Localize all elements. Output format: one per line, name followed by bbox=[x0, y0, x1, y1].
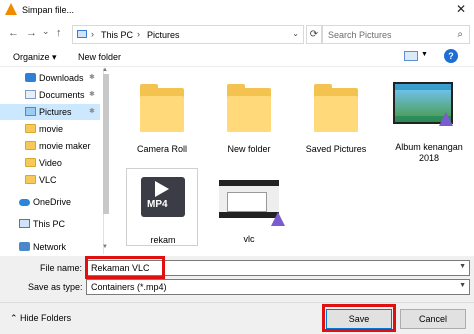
pin-icon: ✱ bbox=[89, 91, 95, 98]
sidebar-item-label: OneDrive bbox=[33, 197, 72, 207]
breadcrumb-this-pc[interactable]: This PC bbox=[101, 30, 133, 40]
search-placeholder: Search Pictures bbox=[328, 30, 392, 40]
scroll-up-icon[interactable]: ▲ bbox=[102, 67, 108, 73]
breadcrumb-pictures[interactable]: Pictures bbox=[147, 30, 180, 40]
up-button[interactable]: ↑ bbox=[56, 27, 62, 39]
savetype-label: Save as type: bbox=[28, 282, 83, 292]
sidebar-item-label: This PC bbox=[33, 219, 66, 229]
vlc-cone-icon bbox=[439, 112, 453, 126]
sidebar-item-label: Documents bbox=[39, 90, 85, 100]
sidebar-item-onedrive[interactable]: OneDrive bbox=[0, 194, 100, 210]
chevron-down-icon[interactable]: ▼ bbox=[459, 263, 466, 270]
file-name: Saved Pictures bbox=[305, 144, 367, 154]
vlc-cone-icon bbox=[5, 3, 17, 15]
folder-icon bbox=[25, 175, 36, 184]
pc-icon bbox=[77, 30, 87, 38]
folder-icon bbox=[140, 82, 184, 132]
sidebar-scrollbar[interactable]: ▲ ▼ bbox=[102, 67, 110, 254]
scrollbar-thumb[interactable] bbox=[103, 74, 109, 214]
folder-icon bbox=[227, 82, 271, 132]
sidebar-item-movie-maker[interactable]: movie maker bbox=[0, 138, 100, 154]
file-list: Camera Roll New folder Saved Pictures Al… bbox=[112, 68, 474, 254]
sidebar-item-documents[interactable]: Documents ✱ bbox=[0, 87, 100, 103]
organize-button[interactable]: Organize ▾ bbox=[13, 52, 57, 63]
sidebar-item-label: Downloads bbox=[39, 73, 84, 83]
search-input[interactable]: Search Pictures ⌕ bbox=[322, 25, 470, 44]
mp4-icon: MP4 bbox=[141, 177, 185, 217]
highlight-box bbox=[322, 304, 396, 332]
folder-icon bbox=[25, 141, 36, 150]
video-thumbnail bbox=[219, 180, 279, 218]
sidebar-item-pictures[interactable]: Pictures ✱ bbox=[0, 104, 100, 120]
file-item-new-folder[interactable]: New folder bbox=[213, 68, 285, 158]
view-options-icon[interactable] bbox=[404, 51, 418, 61]
network-icon bbox=[19, 242, 30, 251]
highlight-box bbox=[85, 256, 165, 279]
file-name: New folder bbox=[227, 144, 271, 154]
file-item-album-kenangan-2018[interactable]: Album kenangan 2018 bbox=[387, 68, 471, 163]
sidebar-item-movie[interactable]: movie bbox=[0, 121, 100, 137]
chevron-right-icon[interactable]: › bbox=[91, 29, 94, 39]
download-icon bbox=[25, 73, 36, 82]
pin-icon: ✱ bbox=[89, 108, 95, 115]
pictures-icon bbox=[25, 107, 36, 116]
chevron-down-icon[interactable]: ▼ bbox=[421, 51, 428, 58]
sidebar-item-label: VLC bbox=[39, 175, 57, 185]
hide-folders-label: Hide Folders bbox=[20, 313, 72, 323]
divider bbox=[0, 302, 474, 303]
file-name: vlc bbox=[243, 234, 255, 244]
pin-icon: ✱ bbox=[89, 74, 95, 81]
onedrive-icon bbox=[19, 199, 30, 206]
chevron-down-icon[interactable]: ⌄ bbox=[292, 29, 299, 38]
recent-locations-button[interactable]: ⌄ bbox=[42, 26, 50, 37]
savetype-select[interactable]: Containers (*.mp4) ▼ bbox=[86, 279, 470, 295]
sidebar-item-label: Network bbox=[33, 242, 67, 252]
pc-icon bbox=[19, 219, 30, 228]
vlc-cone-icon bbox=[271, 212, 285, 226]
documents-icon bbox=[25, 90, 36, 99]
play-icon bbox=[155, 181, 169, 197]
file-name: Camera Roll bbox=[136, 144, 187, 154]
sidebar-item-label: Video bbox=[39, 158, 62, 168]
file-item-vlc[interactable]: vlc bbox=[213, 168, 285, 246]
sidebar-item-label: movie maker bbox=[39, 141, 91, 151]
sidebar-item-video[interactable]: Video bbox=[0, 155, 100, 171]
hide-folders-button[interactable]: ⌃ Hide Folders bbox=[10, 313, 71, 324]
sidebar-item-network[interactable]: Network bbox=[0, 239, 100, 255]
file-name: rekam bbox=[150, 235, 176, 245]
sidebar-item-this-pc[interactable]: This PC bbox=[0, 216, 100, 232]
folder-icon bbox=[25, 158, 36, 167]
sidebar-item-vlc[interactable]: VLC bbox=[0, 172, 100, 188]
navigation-pane: Downloads ✱ Documents ✱ Pictures ✱ movie… bbox=[0, 68, 104, 254]
forward-button[interactable]: → bbox=[26, 27, 37, 39]
file-item-rekam[interactable]: MP4 rekam bbox=[126, 168, 198, 246]
title-bar: Simpan file... ✕ bbox=[0, 0, 474, 20]
close-button[interactable]: ✕ bbox=[456, 2, 466, 16]
folder-icon bbox=[25, 124, 36, 133]
savetype-value: Containers (*.mp4) bbox=[91, 282, 167, 292]
sidebar-item-label: movie bbox=[39, 124, 64, 134]
cancel-button[interactable]: Cancel bbox=[400, 309, 466, 329]
sidebar-item-downloads[interactable]: Downloads ✱ bbox=[0, 70, 100, 86]
new-folder-button[interactable]: New folder bbox=[78, 52, 121, 62]
chevron-right-icon[interactable]: › bbox=[137, 29, 140, 39]
window-title: Simpan file... bbox=[22, 5, 75, 15]
file-item-camera-roll[interactable]: Camera Roll bbox=[126, 68, 198, 158]
help-button[interactable]: ? bbox=[444, 49, 458, 63]
address-row: ← → ⌄ ↑ › This PC › Pictures ⌄ ⟳ Search … bbox=[0, 22, 474, 46]
mp4-label: MP4 bbox=[147, 199, 168, 210]
folder-icon bbox=[314, 82, 358, 132]
address-bar[interactable]: › This PC › Pictures ⌄ bbox=[72, 25, 304, 44]
chevron-down-icon[interactable]: ▼ bbox=[459, 282, 466, 289]
sidebar-item-label: Pictures bbox=[39, 107, 72, 117]
refresh-button[interactable]: ⟳ bbox=[306, 25, 322, 44]
scroll-down-icon[interactable]: ▼ bbox=[102, 244, 108, 250]
search-icon[interactable]: ⌕ bbox=[457, 29, 463, 40]
toolbar: Organize ▾ New folder ▼ ? bbox=[0, 47, 474, 67]
filename-label: File name: bbox=[40, 263, 83, 273]
file-item-saved-pictures[interactable]: Saved Pictures bbox=[300, 68, 372, 158]
file-name: Album kenangan 2018 bbox=[395, 142, 463, 163]
back-button[interactable]: ← bbox=[8, 27, 19, 39]
